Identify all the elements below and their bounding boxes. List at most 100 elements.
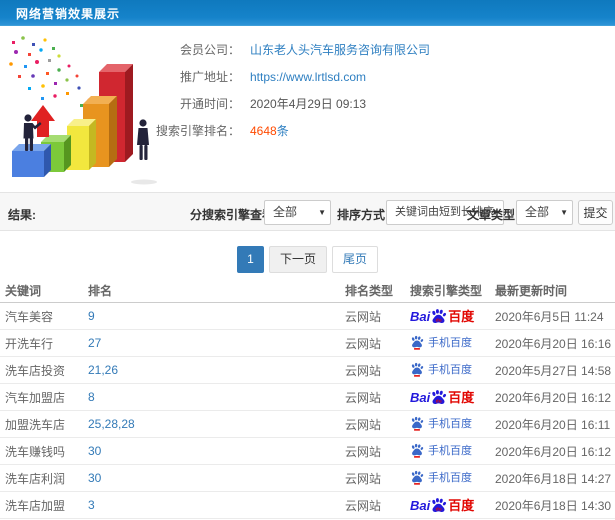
rank-cell[interactable]: 3	[88, 498, 345, 512]
updated-cell: 2020年6月18日 14:27	[495, 471, 612, 486]
mobile-baidu-logo: 手机百度	[410, 442, 472, 458]
rank-cell[interactable]: 21,26	[88, 363, 345, 377]
keyword-cell: 汽车美容	[5, 309, 54, 324]
field-open-time: 开通时间： 2020年4月29日 09:13	[0, 91, 615, 118]
keyword-cell: 洗车店利润	[5, 471, 66, 486]
mobile-baidu-logo: 手机百度	[410, 469, 472, 485]
baidu-logo-cn: 百度	[448, 308, 475, 324]
svg-text:du: du	[436, 398, 442, 404]
header-rank: 排名	[88, 283, 113, 298]
rank-type-cell: 云网站	[345, 471, 382, 486]
rank-cell[interactable]: 25,28,28	[88, 417, 345, 431]
rank-count-number: 4648	[250, 124, 277, 138]
mobile-baidu-logo: 手机百度	[410, 415, 472, 431]
rank-type-cell: 云网站	[345, 417, 382, 432]
company-label: 会员公司：	[179, 43, 240, 57]
field-rank-count: 搜索引擎排名： 4648条	[0, 118, 615, 145]
baidu-logo-cn: 百度	[448, 497, 475, 513]
updated-cell: 2020年6月20日 16:12	[495, 444, 612, 459]
header-updated: 最新更新时间	[495, 283, 568, 298]
rank-type-cell: 云网站	[345, 444, 382, 459]
pagination-last[interactable]: 尾页	[332, 246, 379, 273]
baidu-paw-icon: du	[430, 308, 447, 323]
table-row: 汽车美容 9 云网站 Bai du 百度 2020年6月5日 11:24	[0, 303, 615, 330]
article-select-value: 全部	[525, 205, 550, 219]
updated-cell: 2020年5月27日 14:58	[495, 363, 612, 378]
table-row: 洗车店利润 30 云网站 手机百度 2020年6月18日 14:27	[0, 465, 615, 492]
titlebar: 网络营销效果展示	[0, 0, 615, 26]
keyword-cell: 加盟洗车店	[5, 417, 66, 432]
info-section: 会员公司： 山东老人头汽车服务咨询有限公司 推广地址： https://www.lr…	[0, 27, 615, 191]
rank-type-cell: 云网站	[345, 309, 382, 324]
baidu-paw-icon: du	[430, 389, 447, 404]
mobile-baidu-logo: 手机百度	[410, 361, 472, 377]
pagination-page-1[interactable]: 1	[236, 246, 264, 273]
header-engine-type: 搜索引擎类型	[410, 283, 483, 298]
rank-type-cell: 云网站	[345, 363, 382, 378]
submit-button[interactable]: 提交	[578, 200, 613, 225]
engine-cell: 手机百度	[410, 361, 495, 380]
rank-cell[interactable]: 8	[88, 390, 345, 404]
sort-filter-label: 排序方式	[337, 208, 386, 222]
rank-cell[interactable]: 9	[88, 309, 345, 323]
company-link[interactable]: 山东老人头汽车服务咨询有限公司	[250, 43, 430, 57]
mobile-baidu-label: 手机百度	[428, 417, 472, 430]
field-url: 推广地址： https://www.lrtlsd.com	[0, 64, 615, 91]
mobile-baidu-label: 手机百度	[428, 471, 472, 484]
article-filter-label: 文章类型	[467, 208, 516, 222]
rank-cell[interactable]: 30	[88, 444, 345, 458]
engine-cell: 手机百度	[410, 469, 495, 488]
keyword-cell: 洗车店加盟	[5, 498, 66, 513]
table-row: 加盟洗车店 25,28,28 云网站 手机百度 2020年6月20日 16:11	[0, 411, 615, 438]
rank-type-cell: 云网站	[345, 390, 382, 405]
engine-filter-label: 分搜索引擎查看	[190, 208, 275, 222]
promotion-url-link[interactable]: https://www.lrtlsd.com	[250, 70, 366, 84]
svg-text:du: du	[436, 506, 442, 512]
header-keyword: 关键词	[5, 283, 42, 298]
filter-bar: 结果: 分搜索引擎查看 全部 ▼ 排序方式 关键词由短到长排序 ▼ 文章类型 全…	[0, 192, 615, 231]
baidu-paw-icon: du	[430, 497, 447, 512]
baidu-logo-bai: Bai	[410, 497, 431, 513]
table-row: 洗车店投资 21,26 云网站 手机百度 2020年5月27日 14:58	[0, 357, 615, 384]
rank-cell[interactable]: 27	[88, 336, 345, 350]
updated-cell: 2020年6月20日 16:12	[495, 390, 612, 405]
mobile-baidu-paw-icon	[410, 415, 424, 431]
table-row: 开洗车行 27 云网站 手机百度 2020年6月20日 16:16	[0, 330, 615, 357]
engine-cell: Bai du 百度	[410, 497, 495, 514]
pagination-next[interactable]: 下一页	[268, 246, 327, 273]
mobile-baidu-label: 手机百度	[428, 444, 472, 457]
pagination: 1 下一页 尾页	[0, 246, 615, 273]
keyword-cell: 洗车店投资	[5, 363, 66, 378]
url-label: 推广地址：	[179, 70, 240, 84]
mobile-baidu-label: 手机百度	[428, 363, 472, 376]
updated-cell: 2020年6月20日 16:11	[495, 417, 611, 432]
rank-type-cell: 云网站	[345, 336, 382, 351]
page: 网络营销效果展示 会员公司： 山东老人头汽车服务咨询有限公司 推广地址： htt…	[0, 0, 615, 520]
baidu-logo: Bai du 百度	[410, 389, 474, 406]
keyword-cell: 开洗车行	[5, 336, 54, 351]
engine-select-value: 全部	[273, 205, 298, 219]
rank-cell[interactable]: 30	[88, 471, 345, 485]
mobile-baidu-paw-icon	[410, 442, 424, 458]
mobile-baidu-label: 手机百度	[428, 336, 472, 349]
article-select[interactable]: 全部 ▼	[516, 200, 573, 225]
engine-cell: Bai du 百度	[410, 389, 495, 406]
engine-cell: Bai du 百度	[410, 308, 495, 325]
chevron-down-icon: ▼	[318, 208, 326, 217]
engine-cell: 手机百度	[410, 415, 495, 434]
mobile-baidu-logo: 手机百度	[410, 334, 472, 350]
updated-cell: 2020年6月18日 14:30	[495, 498, 612, 513]
mobile-baidu-paw-icon	[410, 361, 424, 377]
table-row: 洗车赚钱吗 30 云网站 手机百度 2020年6月20日 16:12	[0, 438, 615, 465]
table-row: 汽车加盟店 8 云网站 Bai du 百度 2020年6月20日 16:12	[0, 384, 615, 411]
updated-cell: 2020年6月5日 11:24	[495, 309, 604, 324]
rank-count-label: 搜索引擎排名：	[155, 124, 240, 138]
mobile-baidu-paw-icon	[410, 334, 424, 350]
engine-select[interactable]: 全部 ▼	[264, 200, 331, 225]
baidu-logo: Bai du 百度	[410, 497, 474, 514]
open-time-label: 开通时间：	[179, 97, 240, 111]
keyword-cell: 洗车赚钱吗	[5, 444, 66, 459]
rank-count-unit: 条	[276, 124, 289, 138]
engine-cell: 手机百度	[410, 442, 495, 461]
baidu-logo-bai: Bai	[410, 308, 431, 324]
